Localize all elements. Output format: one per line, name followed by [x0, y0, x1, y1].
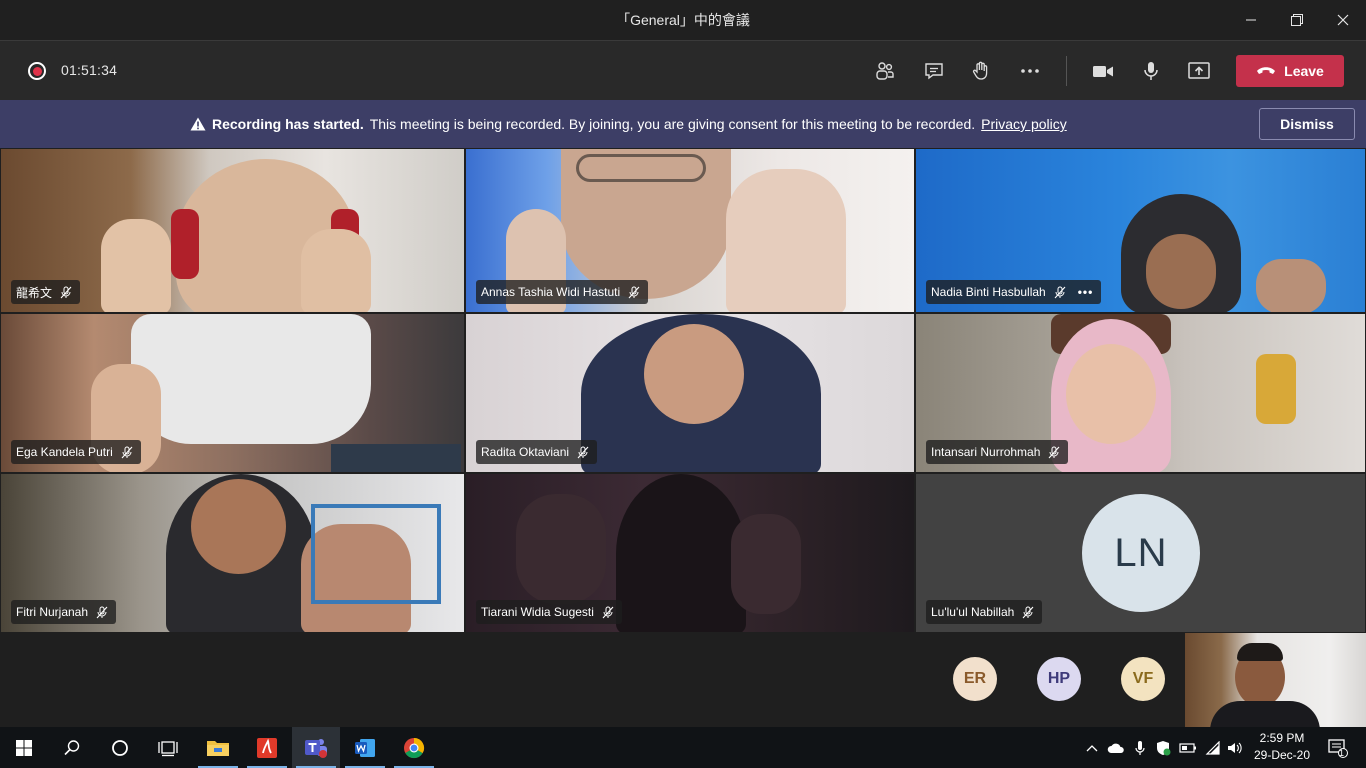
share-screen-icon[interactable]: [1183, 55, 1215, 87]
mic-muted-icon: [1054, 286, 1066, 298]
raise-hand-icon[interactable]: [965, 55, 997, 87]
close-icon[interactable]: [1320, 0, 1366, 40]
microphone-icon[interactable]: [1135, 55, 1167, 87]
video-grid: 龍希文 Annas Tashia Widi Hastuti Nadia Bint…: [0, 148, 1366, 633]
participant-name: 龍希文: [16, 285, 53, 300]
notification-count: 1: [1339, 748, 1345, 758]
participant-name-tag: Radita Oktaviani: [476, 440, 598, 464]
participant-name-tag: Tiarani Widia Sugesti: [476, 600, 622, 624]
recording-icon: [28, 62, 46, 80]
more-options-icon[interactable]: •••: [1078, 285, 1094, 299]
file-explorer-icon[interactable]: [194, 727, 242, 768]
participant-name: Lu'lu'ul Nabillah: [931, 605, 1015, 619]
hang-up-icon: [1257, 67, 1276, 74]
privacy-policy-link[interactable]: Privacy policy: [981, 116, 1067, 132]
banner-title: Recording has started.: [212, 116, 364, 132]
restore-icon[interactable]: [1274, 0, 1320, 40]
taskbar-clock[interactable]: 2:59 PM 29-Dec-20: [1247, 730, 1317, 764]
participant-avatar[interactable]: HP: [1037, 657, 1081, 701]
window-controls: [1228, 0, 1366, 40]
search-icon[interactable]: [48, 727, 96, 768]
word-icon[interactable]: [341, 727, 389, 768]
task-view-icon[interactable]: [144, 727, 192, 768]
participant-name-tag: Fitri Nurjanah: [11, 600, 117, 624]
self-view-video[interactable]: [1185, 633, 1366, 727]
title-bar: 「General」中的會議: [0, 0, 1366, 40]
start-icon[interactable]: [0, 727, 48, 768]
warning-icon: [190, 117, 206, 131]
avatar-initials: ER: [963, 670, 987, 687]
mic-muted-icon: [60, 286, 72, 298]
clock-date: 29-Dec-20: [1253, 748, 1311, 762]
participant-name-tag: Lu'lu'ul Nabillah: [926, 600, 1043, 624]
acrobat-icon[interactable]: [243, 727, 291, 768]
clock-time: 2:59 PM: [1259, 731, 1305, 745]
participant-name-tag: 龍希文: [11, 280, 81, 304]
battery-icon[interactable]: [1177, 727, 1199, 768]
mic-muted-icon: [1048, 446, 1060, 458]
participant-avatar[interactable]: ER: [953, 657, 997, 701]
recording-banner: Recording has started. This meeting is b…: [0, 100, 1366, 148]
dismiss-button[interactable]: Dismiss: [1259, 108, 1355, 140]
avatar-initials: VF: [1132, 670, 1154, 687]
participant-name-tag: Nadia Binti Hasbullah •••: [926, 280, 1102, 304]
video-tile[interactable]: Intansari Nurrohmah: [915, 313, 1366, 473]
minimize-icon[interactable]: [1228, 0, 1274, 40]
more-options-icon[interactable]: [1014, 55, 1046, 87]
onedrive-icon[interactable]: [1104, 727, 1128, 768]
video-tile[interactable]: Fitri Nurjanah: [0, 473, 465, 633]
mic-muted-icon: [628, 286, 640, 298]
video-tile[interactable]: 龍希文: [0, 148, 465, 313]
video-tile[interactable]: LN Lu'lu'ul Nabillah: [915, 473, 1366, 633]
microphone-tray-icon[interactable]: [1130, 727, 1150, 768]
video-tile[interactable]: Nadia Binti Hasbullah •••: [915, 148, 1366, 313]
toolbar-divider: [1066, 56, 1067, 86]
leave-button[interactable]: Leave: [1236, 55, 1344, 87]
chrome-icon[interactable]: [390, 727, 438, 768]
leave-label: Leave: [1284, 63, 1324, 79]
avatar-initials: HP: [1047, 670, 1071, 687]
chevron-up-icon[interactable]: [1082, 727, 1102, 768]
banner-body: This meeting is being recorded. By joini…: [369, 116, 976, 132]
chat-icon[interactable]: [918, 55, 950, 87]
overflow-participants: ER HP VF: [0, 633, 1366, 727]
camera-icon[interactable]: [1087, 55, 1119, 87]
window-title: 「General」中的會議: [616, 12, 750, 28]
participant-name: Fitri Nurjanah: [16, 605, 89, 619]
mic-muted-icon: [577, 446, 589, 458]
volume-icon[interactable]: [1224, 727, 1246, 768]
participant-name-tag: Intansari Nurrohmah: [926, 440, 1069, 464]
mic-muted-icon: [1022, 606, 1034, 618]
mic-muted-icon: [121, 446, 133, 458]
video-tile[interactable]: Annas Tashia Widi Hastuti: [465, 148, 915, 313]
participant-name: Radita Oktaviani: [481, 445, 570, 459]
video-tile[interactable]: Radita Oktaviani: [465, 313, 915, 473]
windows-taskbar: 2:59 PM 29-Dec-20 1: [0, 727, 1366, 768]
participant-name: Nadia Binti Hasbullah: [931, 285, 1046, 299]
participant-name-tag: Ega Kandela Putri: [11, 440, 141, 464]
participant-avatar[interactable]: VF: [1121, 657, 1165, 701]
meeting-timer: 01:51:34: [61, 62, 118, 78]
teams-icon[interactable]: [292, 727, 340, 768]
cortana-icon[interactable]: [96, 727, 144, 768]
meeting-toolbar: 01:51:34 Leave: [0, 40, 1366, 100]
banner-message: Recording has started. This meeting is b…: [190, 116, 1067, 132]
participants-icon[interactable]: [869, 55, 901, 87]
mic-muted-icon: [602, 606, 614, 618]
video-tile[interactable]: Ega Kandela Putri: [0, 313, 465, 473]
participant-name: Intansari Nurrohmah: [931, 445, 1041, 459]
participant-name: Tiarani Widia Sugesti: [481, 605, 594, 619]
mic-muted-icon: [96, 606, 108, 618]
wifi-icon[interactable]: [1202, 727, 1224, 768]
participant-avatar: LN: [1082, 494, 1200, 612]
notification-center-icon[interactable]: 1: [1320, 727, 1356, 768]
security-icon[interactable]: [1152, 727, 1174, 768]
participant-name-tag: Annas Tashia Widi Hastuti: [476, 280, 649, 304]
participant-name: Ega Kandela Putri: [16, 445, 113, 459]
participant-name: Annas Tashia Widi Hastuti: [481, 285, 621, 299]
video-tile[interactable]: Tiarani Widia Sugesti: [465, 473, 915, 633]
